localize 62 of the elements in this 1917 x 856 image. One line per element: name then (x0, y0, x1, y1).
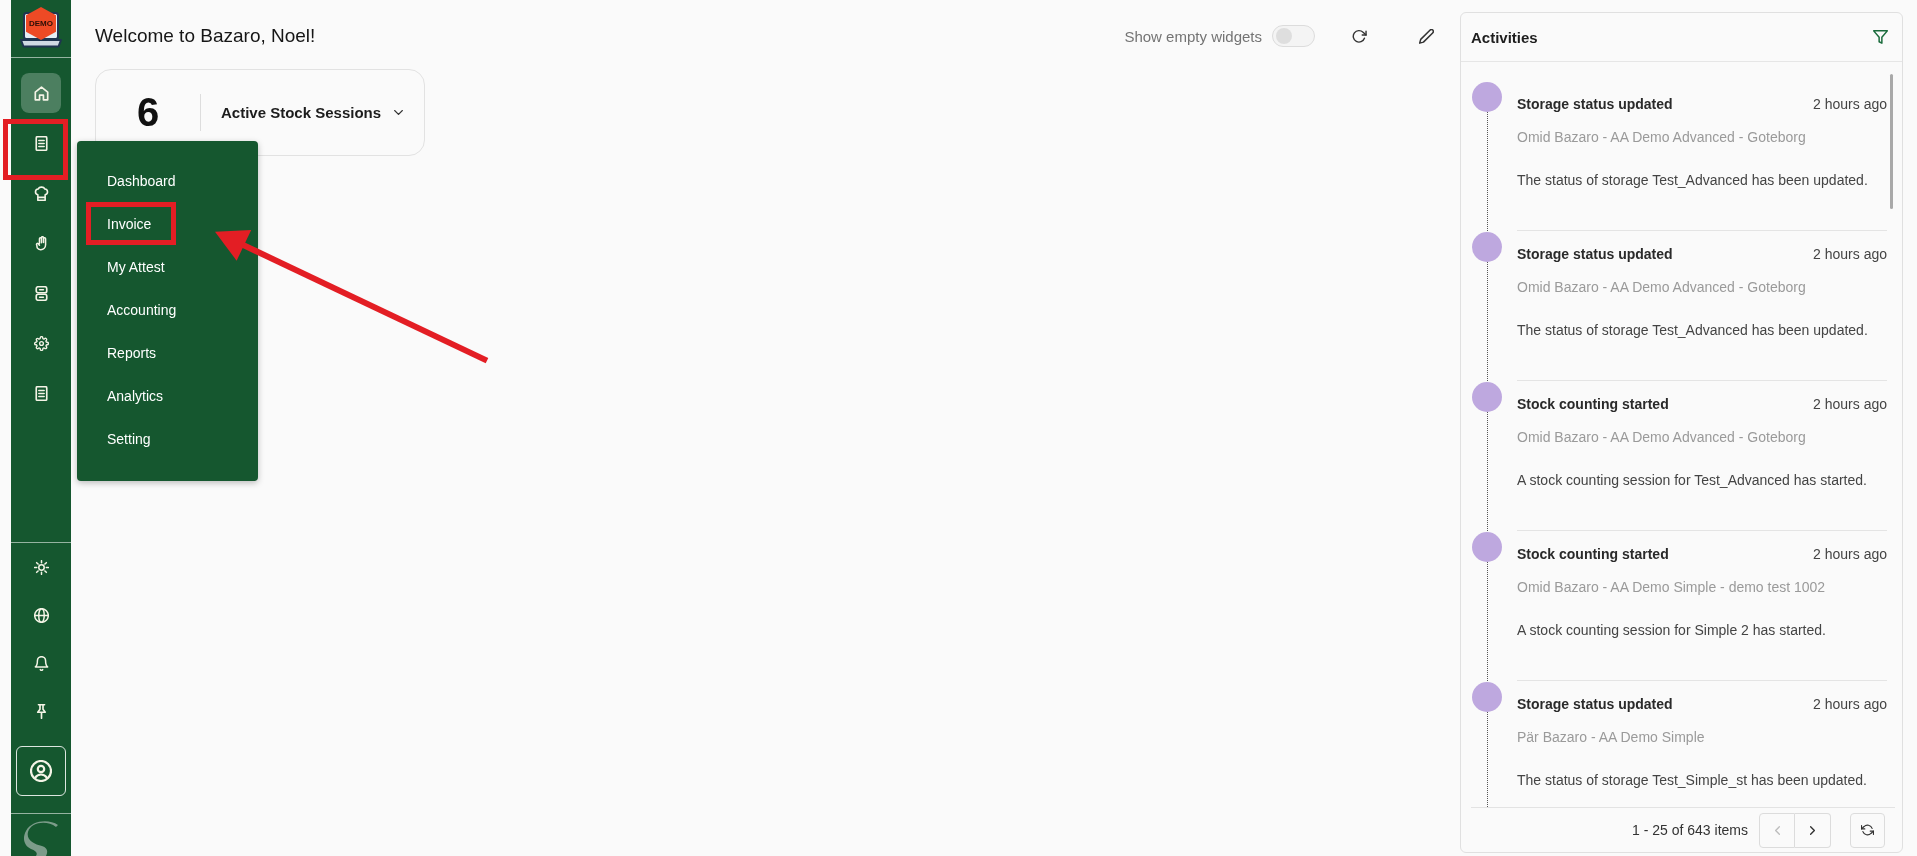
activity-time: 2 hours ago (1813, 546, 1887, 562)
document-icon (33, 385, 49, 401)
page-title: Welcome to Bazaro, Noel! (95, 25, 316, 47)
activity-source: Omid Bazaro - AA Demo Advanced - Goteborg (1517, 128, 1807, 147)
activity-title: Stock counting started (1517, 396, 1669, 412)
menu-item[interactable]: My Attest (86, 245, 190, 288)
timeline-dot-icon (1472, 82, 1502, 112)
settings-icon (33, 335, 49, 351)
pagination-summary: 1 - 25 of 643 items (1632, 822, 1748, 838)
activity-message: A stock counting session for Test_Advanced has started. (1517, 471, 1868, 490)
user-icon (30, 760, 52, 782)
menu-item[interactable]: Setting (86, 417, 176, 460)
activity-source: Omid Bazaro - AA Demo Advanced - Goteborg (1517, 278, 1807, 297)
chevron-down-icon (394, 110, 404, 115)
activity-title: Storage status updated (1517, 246, 1673, 262)
bell-icon (33, 655, 49, 671)
account-button[interactable] (16, 746, 66, 796)
activity-source: Omid Bazaro - AA Demo Advanced - Goteborg (1517, 428, 1807, 447)
panel-title: Activities (1471, 28, 1538, 46)
widget-type-dropdown[interactable]: Active Stock Sessions (221, 104, 404, 121)
timeline-dot-icon (1472, 382, 1502, 412)
activity-time: 2 hours ago (1813, 396, 1887, 412)
menu-item[interactable]: Dashboard (86, 159, 201, 202)
chevron-left-icon (1774, 825, 1780, 835)
activity-message: The status of storage Test_Advanced has been updated. (1517, 321, 1869, 340)
timeline-dot-icon (1472, 532, 1502, 562)
activity-time: 2 hours ago (1813, 696, 1887, 712)
chef-hat-icon (33, 185, 49, 201)
activity-message: The status of storage Test_Advanced has been updated. (1517, 171, 1869, 190)
activity-title: Stock counting started (1517, 546, 1669, 562)
toggle-label: Show empty widgets (1124, 27, 1262, 45)
refresh-icon (1351, 28, 1367, 44)
scrollbar-thumb[interactable] (1890, 74, 1893, 209)
reload-icon (1861, 824, 1874, 836)
pencil-icon (1418, 28, 1434, 44)
activity-message: A stock counting session for Simple 2 has started. (1517, 621, 1827, 640)
filter-icon (1872, 30, 1888, 44)
menu-item[interactable]: Analytics (86, 374, 189, 417)
filter-button[interactable] (1870, 27, 1890, 47)
activity-source: Omid Bazaro - AA Demo Simple - demo test 1002 (1517, 578, 1827, 597)
widget-value: 6 (135, 90, 161, 135)
reload-button[interactable] (1850, 812, 1885, 848)
activity-message: The status of storage Test_Simple_st has been updated. (1517, 771, 1868, 790)
chevron-right-icon (1810, 825, 1815, 835)
server-icon (33, 285, 49, 301)
activity-time: 2 hours ago (1813, 246, 1887, 262)
menu-item[interactable]: Invoice (86, 202, 177, 245)
activity-source: Pär Bazaro - AA Demo Simple (1517, 728, 1706, 747)
home-icon (33, 85, 49, 101)
globe-icon (33, 607, 49, 623)
document-icon (33, 135, 49, 151)
timeline-dot-icon (1472, 682, 1502, 712)
timeline-dot-icon (1472, 232, 1502, 262)
menu-item[interactable]: Reports (86, 331, 182, 374)
hand-icon (33, 235, 49, 251)
activity-title: Storage status updated (1517, 696, 1673, 712)
logo-icon (23, 821, 59, 856)
activity-title: Storage status updated (1517, 96, 1673, 112)
menu-item[interactable]: Accounting (86, 288, 202, 331)
activity-time: 2 hours ago (1813, 96, 1887, 112)
sun-icon (33, 559, 49, 575)
show-empty-widgets-switch[interactable] (1272, 25, 1315, 47)
